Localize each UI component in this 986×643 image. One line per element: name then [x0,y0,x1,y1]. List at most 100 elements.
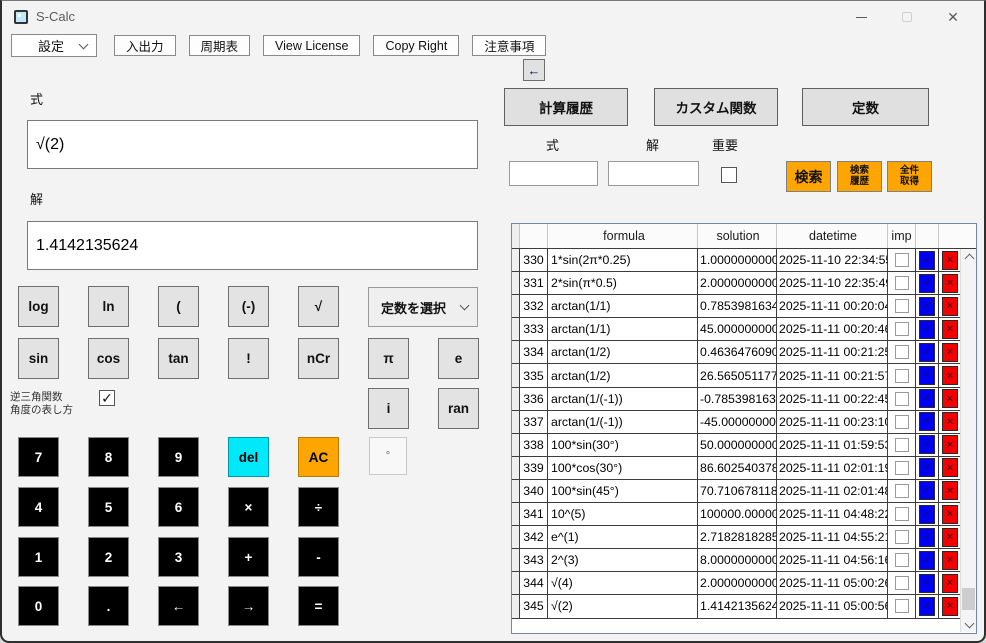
constant-select-dropdown[interactable]: 定数を選択 [368,287,478,327]
key-log[interactable]: log [18,286,59,327]
inverse-trig-checkbox[interactable]: ✓ [99,390,115,406]
row-imp-checkbox[interactable] [895,507,909,521]
key-←[interactable]: ← [158,586,199,626]
row-delete-button[interactable]: × [942,435,958,454]
key-6[interactable]: 6 [158,487,199,527]
key-(-)[interactable]: (-) [228,286,269,327]
row-confirm-button[interactable]: ✓ [919,320,935,339]
tab-constants[interactable]: 定数 [802,88,929,126]
row-imp-checkbox[interactable] [895,415,909,429]
row-delete-button[interactable]: × [942,574,958,593]
row-confirm-button[interactable]: ✓ [919,343,935,362]
key-i[interactable]: i [368,388,409,429]
toolbar-button-2[interactable]: View License [263,35,360,56]
row-confirm-button[interactable]: ✓ [919,297,935,316]
toolbar-button-0[interactable]: 入出力 [114,35,176,56]
key-=[interactable]: = [298,586,339,626]
row-confirm-button[interactable]: ✓ [919,366,935,385]
key-ln[interactable]: ln [88,286,129,327]
search-history-button[interactable]: 検索 履歴 [837,161,882,192]
key-AC[interactable]: AC [298,437,339,477]
row-confirm-button[interactable]: ✓ [919,551,935,570]
scrollbar-thumb[interactable] [962,588,975,610]
row-delete-button[interactable]: × [942,251,958,270]
row-imp-checkbox[interactable] [895,438,909,452]
key-degree[interactable]: ° [369,437,407,475]
toolbar-button-1[interactable]: 周期表 [189,35,251,56]
key-1[interactable]: 1 [18,537,59,577]
key-sin[interactable]: sin [18,338,59,379]
solution-input[interactable] [27,221,478,270]
row-confirm-button[interactable]: ✓ [919,251,935,270]
search-button[interactable]: 検索 [786,161,831,192]
row-delete-button[interactable]: × [942,297,958,316]
row-delete-button[interactable]: × [942,343,958,362]
close-button[interactable]: ✕ [930,1,976,33]
key-8[interactable]: 8 [88,437,129,477]
key-π[interactable]: π [368,338,409,379]
row-delete-button[interactable]: × [942,412,958,431]
key--[interactable]: - [298,537,339,577]
key-.[interactable]: . [88,586,129,626]
row-imp-checkbox[interactable] [895,322,909,336]
key-÷[interactable]: ÷ [298,487,339,527]
table-scrollbar[interactable] [960,249,976,632]
row-delete-button[interactable]: × [942,597,958,616]
settings-dropdown[interactable]: 設定 [11,34,97,57]
row-imp-checkbox[interactable] [895,299,909,313]
row-confirm-button[interactable]: ✓ [919,505,935,524]
row-confirm-button[interactable]: ✓ [919,528,935,547]
row-confirm-button[interactable]: ✓ [919,597,935,616]
row-imp-checkbox[interactable] [895,599,909,613]
scroll-down-button[interactable] [961,616,977,632]
row-delete-button[interactable]: × [942,274,958,293]
formula-input[interactable] [27,120,478,169]
row-delete-button[interactable]: × [942,551,958,570]
key-×[interactable]: × [228,487,269,527]
row-delete-button[interactable]: × [942,528,958,547]
key-4[interactable]: 4 [18,487,59,527]
important-checkbox[interactable] [721,167,737,183]
key-→[interactable]: → [228,586,269,626]
fetch-all-button[interactable]: 全件 取得 [887,161,932,192]
row-imp-checkbox[interactable] [895,392,909,406]
tab-custom-functions[interactable]: カスタム関数 [654,88,778,126]
key-0[interactable]: 0 [18,586,59,626]
minimize-button[interactable] [838,1,884,33]
row-imp-checkbox[interactable] [895,253,909,267]
row-imp-checkbox[interactable] [895,461,909,475]
key-([interactable]: ( [158,286,199,327]
row-confirm-button[interactable]: ✓ [919,574,935,593]
key-√[interactable]: √ [298,286,339,327]
row-confirm-button[interactable]: ✓ [919,458,935,477]
key-5[interactable]: 5 [88,487,129,527]
row-confirm-button[interactable]: ✓ [919,481,935,500]
key-+[interactable]: + [228,537,269,577]
row-delete-button[interactable]: × [942,481,958,500]
row-delete-button[interactable]: × [942,458,958,477]
back-button[interactable]: ← [523,59,545,81]
key-tan[interactable]: tan [158,338,199,379]
search-solution-input[interactable] [608,161,699,186]
row-delete-button[interactable]: × [942,505,958,524]
key-del[interactable]: del [228,437,269,477]
toolbar-button-4[interactable]: 注意事項 [472,35,546,56]
key-2[interactable]: 2 [88,537,129,577]
row-imp-checkbox[interactable] [895,530,909,544]
key-e[interactable]: e [438,338,479,379]
key-ran[interactable]: ran [438,388,479,429]
row-imp-checkbox[interactable] [895,576,909,590]
scroll-up-button[interactable] [961,249,977,265]
maximize-button[interactable] [884,1,930,33]
row-imp-checkbox[interactable] [895,369,909,383]
key-![interactable]: ! [228,338,269,379]
search-formula-input[interactable] [509,161,598,186]
row-confirm-button[interactable]: ✓ [919,274,935,293]
row-delete-button[interactable]: × [942,366,958,385]
key-nCr[interactable]: nCr [298,338,339,379]
key-3[interactable]: 3 [158,537,199,577]
row-confirm-button[interactable]: ✓ [919,435,935,454]
row-confirm-button[interactable]: ✓ [919,412,935,431]
row-delete-button[interactable]: × [942,389,958,408]
row-imp-checkbox[interactable] [895,276,909,290]
